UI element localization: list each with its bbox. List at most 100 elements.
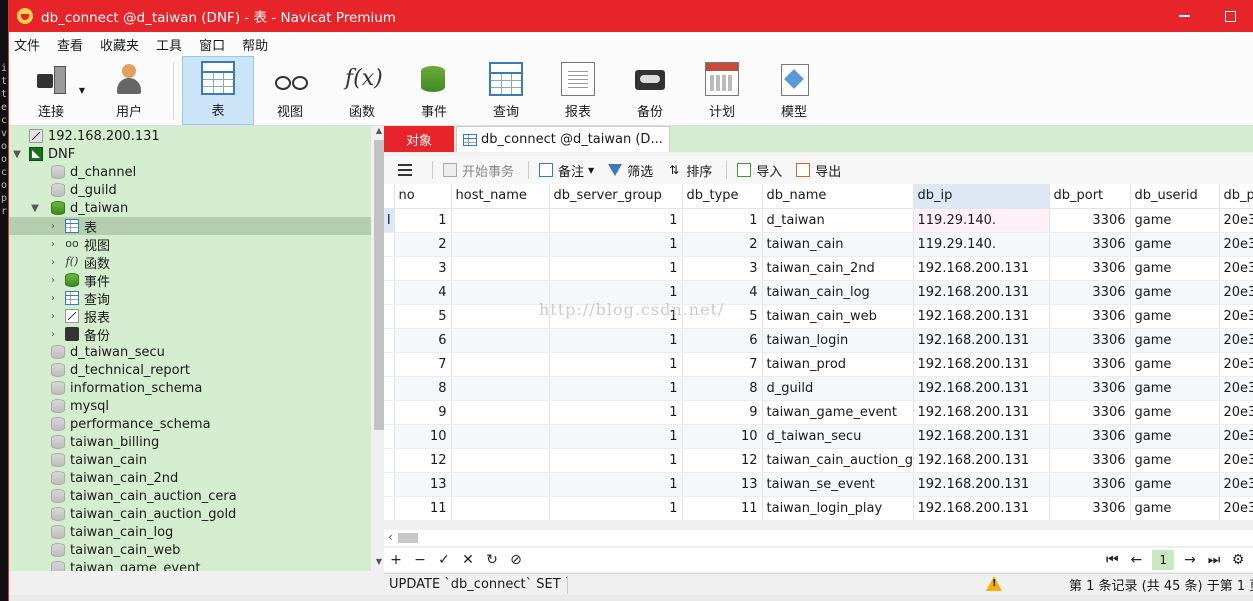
tree-connection-dnf[interactable]: ▼ DNF [9,145,371,163]
cell-db-ip[interactable]: 192.168.200.131 [913,328,1050,353]
cell-db-name[interactable]: taiwan_cain_web [762,304,914,329]
expand-chevron-icon[interactable]: › [47,329,59,340]
cell-no[interactable]: 3 [394,256,452,281]
row-marker[interactable] [384,472,395,497]
cell-host-name[interactable] [451,496,550,520]
export-button[interactable]: 导出 [796,161,841,180]
begin-transaction-button[interactable]: 开始事务 [443,161,514,180]
tree-db-item[interactable]: taiwan_game_event [9,559,371,571]
column-header-db-port[interactable]: db_port [1049,184,1131,209]
cell-host-name[interactable] [451,472,550,497]
expand-chevron-icon[interactable]: › [47,275,59,286]
cell-db-name[interactable]: taiwan_se_event [762,472,914,497]
row-marker[interactable] [384,256,395,281]
tree-db-item[interactable]: d_technical_report [9,361,371,379]
column-header-db-name[interactable]: db_name [762,184,914,209]
cell-db-server-group[interactable]: 1 [549,352,683,377]
cell-db-port[interactable]: 3306 [1049,448,1131,473]
menu-help[interactable]: 帮助 [241,35,282,54]
cell-db-server-group[interactable]: 1 [549,280,683,305]
cell-db-server-group[interactable]: 1 [549,472,683,497]
cell-db-port[interactable]: 3306 [1049,376,1131,401]
column-header-no[interactable]: no [394,184,452,209]
cell-db-ip[interactable]: 192.168.200.131 [913,448,1050,473]
menu-window[interactable]: 窗口 [198,35,239,54]
cell-db-type[interactable]: 11 [682,496,763,520]
cell-db-ip[interactable]: 192.168.200.131 [913,352,1050,377]
backup-button[interactable]: 备份 [614,56,686,125]
cell-db-ip[interactable]: 192.168.200.131 [913,472,1050,497]
cell-db-server-group[interactable]: 1 [549,328,683,353]
cell-db-userid[interactable]: game [1130,256,1220,281]
cell-db-userid[interactable]: game [1130,400,1220,425]
table-row[interactable]: 6 1 6 taiwan_login 192.168.200.131 3306 game 20… [384,328,1253,353]
row-marker[interactable] [384,232,395,257]
previous-page-icon[interactable]: ← [1124,552,1148,568]
tab-table-editor[interactable]: db_connect @d_taiwan (D... [456,126,670,152]
cell-db-ip[interactable]: 192.168.200.131 [913,280,1050,305]
cell-host-name[interactable] [451,208,550,233]
connect-button[interactable]: ▼ 连接 [9,56,93,125]
cell-no[interactable]: 9 [394,400,452,425]
column-header-db-userid[interactable]: db_userid [1130,184,1220,209]
row-marker[interactable] [384,328,395,353]
cell-db-name[interactable]: taiwan_cain [762,232,914,257]
cell-db-type[interactable]: 7 [682,352,763,377]
tree-db-item[interactable]: taiwan_cain [9,451,371,469]
cell-db-server-group[interactable]: 1 [549,376,683,401]
cell-no[interactable]: 6 [394,328,452,353]
cell-db-port[interactable]: 3306 [1049,280,1131,305]
cell-db-server-group[interactable]: 1 [549,424,683,449]
report-button[interactable]: 报表 [542,56,614,125]
cell-no[interactable]: 2 [394,232,452,257]
tab-objects[interactable]: 对象 [384,126,454,152]
memo-button[interactable]: 备注 ▼ [539,161,594,180]
table-row[interactable]: 12 1 12 taiwan_cain_auction_gol 192.168.200.… [384,448,1253,473]
tree-node-events[interactable]: › 事件 [9,271,371,290]
cell-db-pas[interactable]: 20e35 [1219,328,1253,353]
scrollbar-thumb[interactable] [374,140,384,430]
cell-db-name[interactable]: taiwan_cain_log [762,280,914,305]
cell-db-pas[interactable]: 20e35 [1219,376,1253,401]
tree-db-item[interactable]: taiwan_cain_2nd [9,469,371,487]
table-row[interactable]: 5 1 5 taiwan_cain_web 192.168.200.131 3306 gam… [384,304,1253,329]
cell-no[interactable]: 1 [394,208,452,233]
cell-db-pas[interactable]: 20e35 [1219,256,1253,281]
tree-db-d-taiwan[interactable]: ▼ d_taiwan [9,199,371,217]
expand-chevron-icon[interactable]: › [47,257,59,268]
cell-db-type[interactable]: 5 [682,304,763,329]
cell-db-pas[interactable]: 20e35 [1219,496,1253,520]
tree-node-views[interactable]: › oo 视图 [9,235,371,254]
cell-db-server-group[interactable]: 1 [549,208,683,233]
expand-chevron-icon[interactable]: › [47,311,59,322]
cell-db-ip[interactable]: 119.29.140. [913,232,1050,257]
cell-db-server-group[interactable]: 1 [549,496,683,520]
refresh-icon[interactable]: ↻ [480,552,504,568]
cell-db-type[interactable]: 8 [682,376,763,401]
cell-db-type[interactable]: 4 [682,280,763,305]
cell-db-port[interactable]: 3306 [1049,208,1131,233]
cell-db-ip[interactable]: 119.29.140. [913,208,1050,233]
cell-db-pas[interactable]: 20e35 [1219,424,1253,449]
cell-db-pas[interactable]: 20e35 [1219,280,1253,305]
cell-db-type[interactable]: 3 [682,256,763,281]
cell-db-type[interactable]: 12 [682,448,763,473]
cell-host-name[interactable] [451,400,550,425]
cell-db-pas[interactable]: 20e35 [1219,352,1253,377]
cell-db-userid[interactable]: game [1130,424,1220,449]
dropdown-caret-icon[interactable]: ▼ [588,166,594,175]
cell-db-port[interactable]: 3306 [1049,328,1131,353]
view-button[interactable]: 视图 [254,56,326,125]
row-marker[interactable]: I [384,208,395,233]
cell-db-pas[interactable]: 20e35 [1219,400,1253,425]
grid-horizontal-scrollbar[interactable]: ‹ [384,530,1253,546]
row-marker[interactable] [384,448,395,473]
function-button[interactable]: f(x) 函数 [326,56,398,125]
cell-no[interactable]: 10 [394,424,452,449]
tree-db-d-channel[interactable]: d_channel [9,163,371,181]
cell-db-server-group[interactable]: 1 [549,232,683,257]
cell-no[interactable]: 8 [394,376,452,401]
tree-db-item[interactable]: mysql [9,397,371,415]
cell-db-ip[interactable]: 192.168.200.131 [913,424,1050,449]
cell-db-userid[interactable]: game [1130,472,1220,497]
